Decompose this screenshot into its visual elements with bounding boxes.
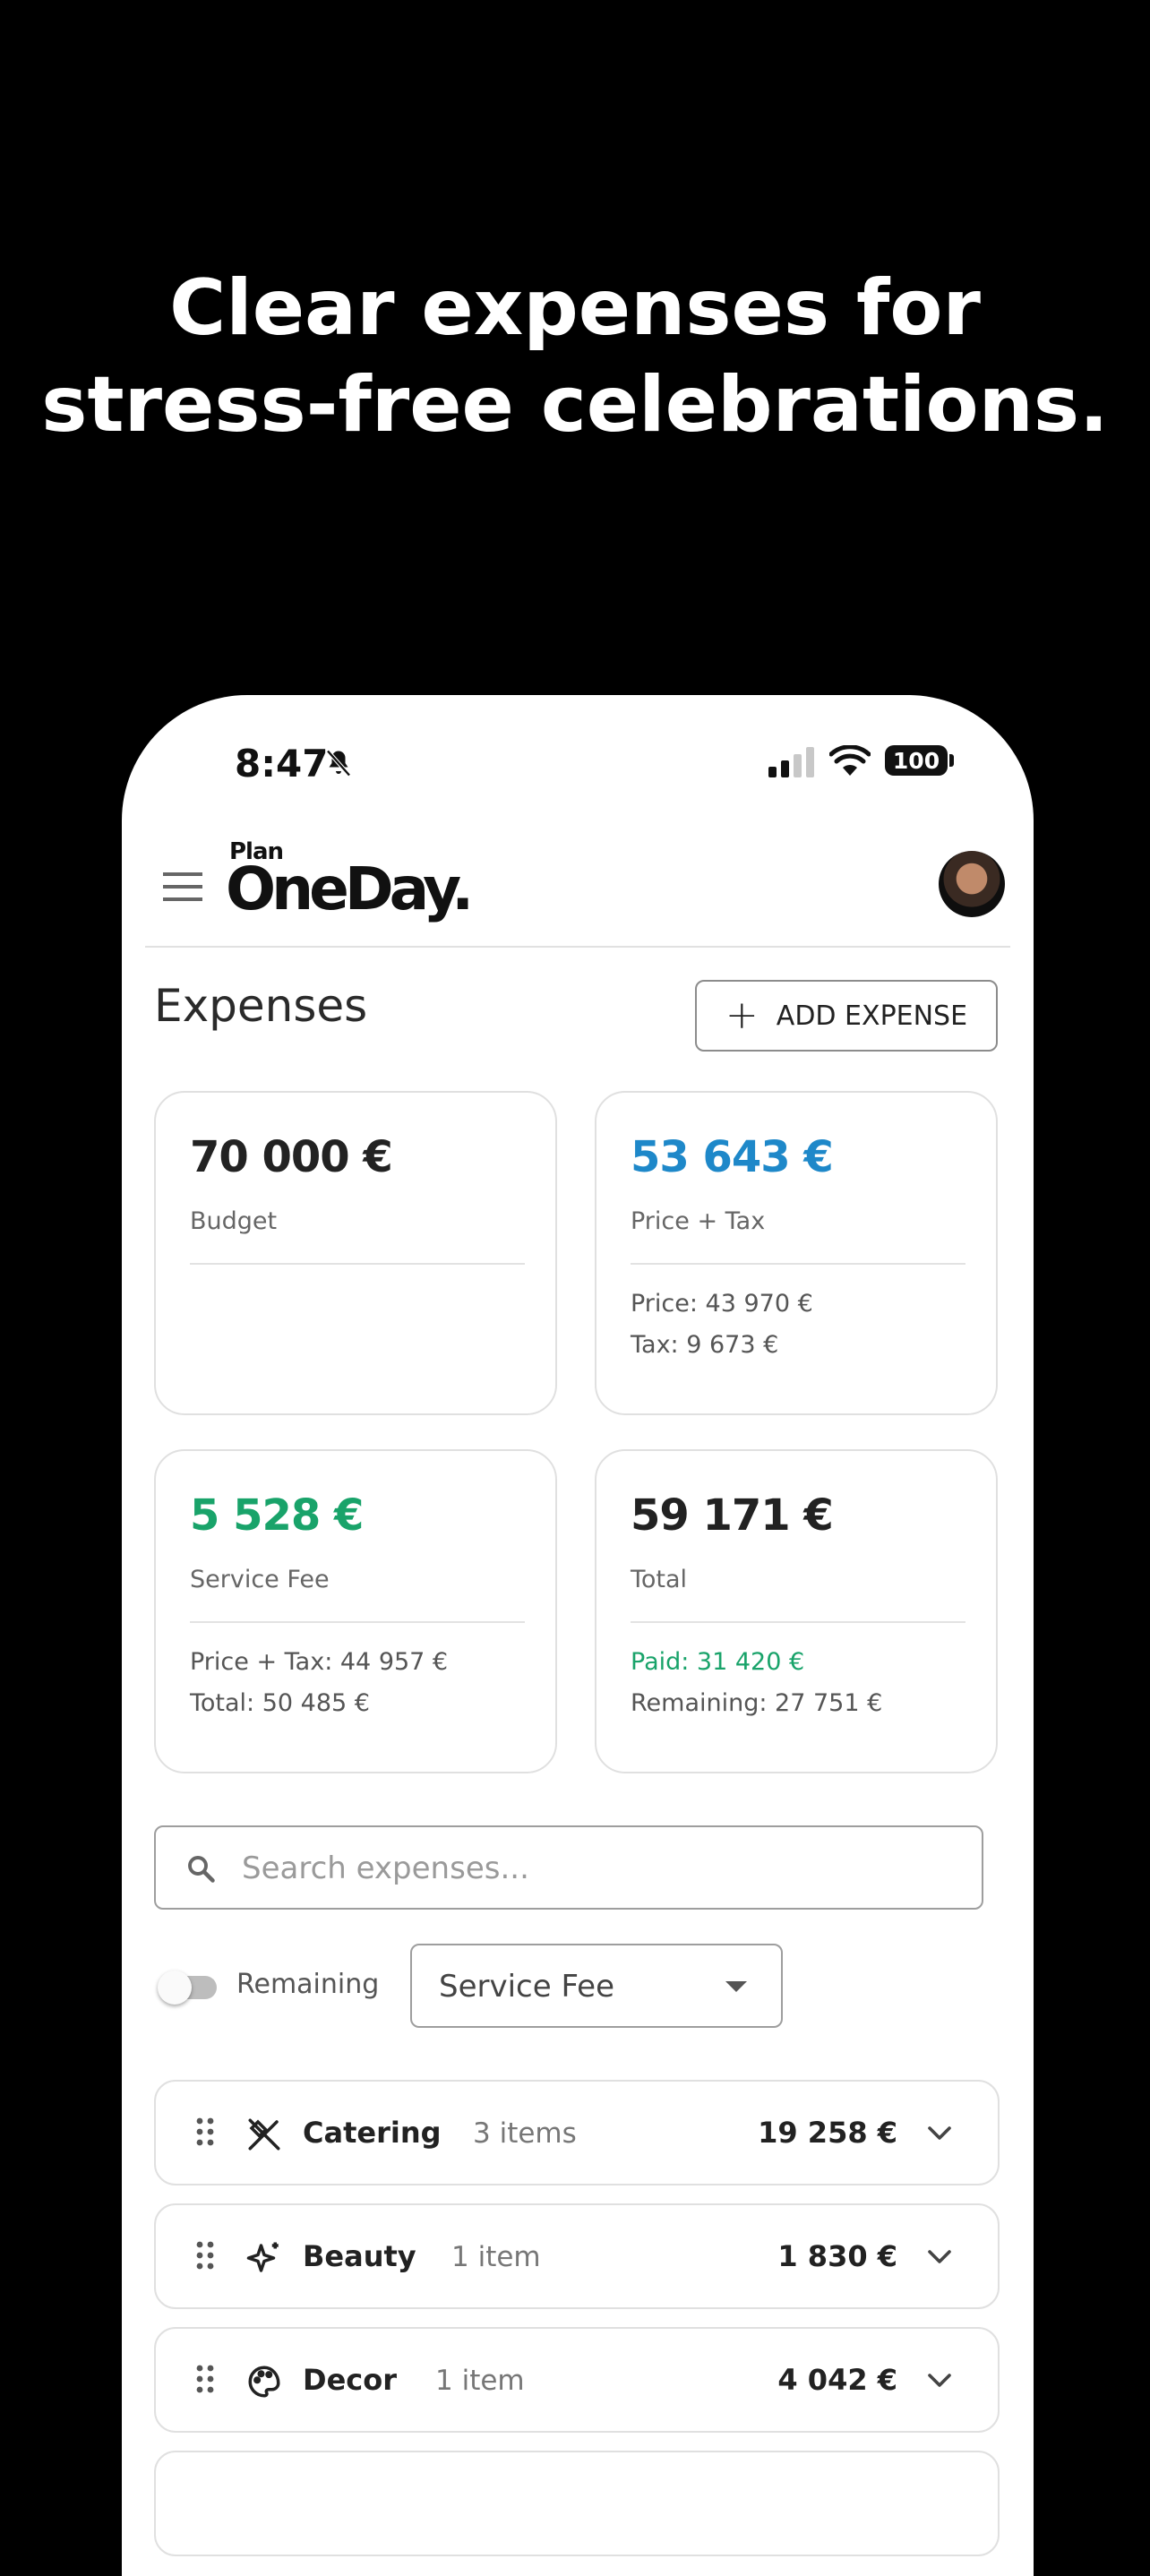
fee-filter-select[interactable]: Service Fee <box>410 1944 783 2028</box>
select-value: Service Fee <box>439 1969 614 2005</box>
category-amount: 1 830 € <box>777 2239 897 2273</box>
remaining-line: Remaining: 27 751 € <box>631 1689 883 1717</box>
card-divider <box>631 1621 965 1623</box>
remaining-toggle-label: Remaining <box>236 1969 380 2000</box>
service-fee-price-tax-line: Price + Tax: 44 957 € <box>190 1648 449 1676</box>
chevron-down-icon[interactable] <box>926 2248 953 2266</box>
budget-card: 70 000 € Budget <box>154 1091 557 1415</box>
drag-handle-icon[interactable] <box>195 2363 215 2395</box>
cellular-signal-icon <box>768 747 814 777</box>
category-row-catering[interactable]: Catering 3 items 19 258 € <box>154 2080 1000 2185</box>
avatar[interactable] <box>939 851 1005 917</box>
category-name: Beauty <box>303 2239 416 2273</box>
price-line: Price: 43 970 € <box>631 1290 813 1318</box>
total-card: 59 171 € Total Paid: 31 420 € Remaining:… <box>595 1449 998 1773</box>
total-label: Total <box>631 1566 688 1593</box>
dropdown-caret-icon <box>725 1981 747 1992</box>
category-amount: 4 042 € <box>777 2363 897 2397</box>
battery-indicator: 100 <box>885 745 948 776</box>
wifi-icon <box>829 745 871 776</box>
category-row-partial[interactable] <box>154 2451 1000 2556</box>
search-placeholder: Search expenses... <box>242 1850 529 1886</box>
category-count: 1 item <box>435 2365 525 2397</box>
palette-icon <box>248 2366 280 2398</box>
category-name: Decor <box>303 2363 397 2397</box>
logo-oneday-text: OneDay. <box>226 854 474 923</box>
total-amount: 59 171 € <box>631 1490 834 1541</box>
category-name: Catering <box>303 2116 442 2150</box>
category-row-beauty[interactable]: Beauty 1 item 1 830 € <box>154 2203 1000 2309</box>
service-fee-label: Service Fee <box>190 1566 330 1593</box>
drag-handle-icon[interactable] <box>195 2239 215 2271</box>
battery-cap-icon <box>949 754 954 767</box>
add-expense-label: ADD EXPENSE <box>776 1000 968 1032</box>
category-count: 3 items <box>473 2117 577 2150</box>
card-divider <box>631 1263 965 1265</box>
budget-amount: 70 000 € <box>190 1132 393 1182</box>
add-expense-button[interactable]: + ADD EXPENSE <box>695 980 998 1052</box>
search-input[interactable]: Search expenses... <box>154 1825 983 1910</box>
toggle-knob[interactable] <box>158 1971 192 2005</box>
drag-handle-icon[interactable] <box>195 2116 215 2148</box>
headline-line-1: Clear expenses for <box>169 263 981 353</box>
price-tax-card: 53 643 € Price + Tax Price: 43 970 € Tax… <box>595 1091 998 1415</box>
tax-line: Tax: 9 673 € <box>631 1331 779 1359</box>
chevron-down-icon[interactable] <box>926 2125 953 2142</box>
budget-label: Budget <box>190 1207 278 1235</box>
header-divider <box>145 946 1010 948</box>
sparkles-icon <box>246 2242 279 2272</box>
utensils-crossed-icon <box>248 2118 280 2151</box>
price-tax-label: Price + Tax <box>631 1207 766 1235</box>
card-divider <box>190 1263 525 1265</box>
category-amount: 19 258 € <box>758 2116 897 2150</box>
menu-icon[interactable] <box>163 872 202 901</box>
category-count: 1 item <box>451 2241 541 2273</box>
battery-level: 100 <box>892 747 940 774</box>
price-tax-amount: 53 643 € <box>631 1132 834 1182</box>
phone-screen: 8:47 100 Plan OneDay. Expenses + ADD EXP… <box>122 695 1034 2576</box>
headline: Clear expenses for stress-free celebrati… <box>0 260 1150 453</box>
page-title: Expenses <box>154 980 368 1032</box>
service-fee-amount: 5 528 € <box>190 1490 364 1541</box>
service-fee-card: 5 528 € Service Fee Price + Tax: 44 957 … <box>154 1449 557 1773</box>
plus-icon: + <box>725 992 759 1038</box>
bell-muted-icon <box>326 750 351 777</box>
chevron-down-icon[interactable] <box>926 2372 953 2390</box>
search-icon <box>188 1856 215 1883</box>
headline-line-2: stress-free celebrations. <box>41 360 1109 450</box>
status-time: 8:47 <box>235 742 329 786</box>
paid-line: Paid: 31 420 € <box>631 1648 805 1676</box>
card-divider <box>190 1621 525 1623</box>
category-row-decor[interactable]: Decor 1 item 4 042 € <box>154 2327 1000 2433</box>
service-fee-total-line: Total: 50 485 € <box>190 1689 370 1717</box>
